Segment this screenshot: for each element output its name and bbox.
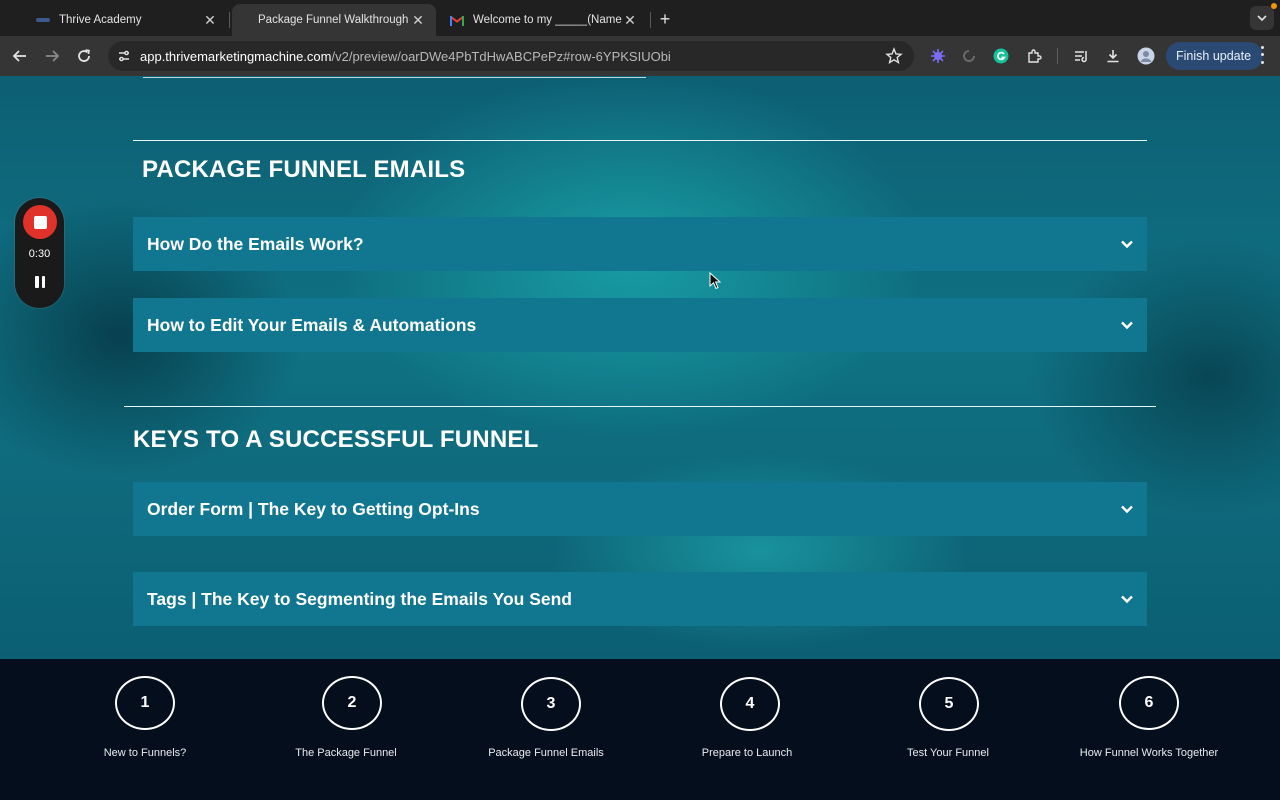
step-3[interactable]: 3 Package Funnel Emails: [451, 659, 651, 800]
grammarly-icon[interactable]: [991, 46, 1011, 66]
tab-divider: [650, 12, 651, 28]
screen-recorder-widget: 0:30: [15, 198, 64, 308]
step-label: The Package Funnel: [295, 747, 397, 759]
tab-strip: Thrive Academy ✕ Package Funnel Walkthro…: [0, 0, 1280, 36]
step-number: 2: [322, 676, 382, 730]
chevron-down-icon: [1121, 321, 1133, 330]
tab-welcome-email[interactable]: Welcome to my _____(Name o ✕: [438, 4, 648, 36]
chevron-down-icon: [1121, 505, 1133, 514]
tab-search-button[interactable]: [1250, 6, 1274, 30]
tab-title: Thrive Academy: [59, 14, 142, 26]
step-label: Prepare to Launch: [701, 747, 793, 759]
accordion-label: Order Form | The Key to Getting Opt-Ins: [147, 498, 480, 519]
reading-list-icon[interactable]: [1071, 46, 1091, 66]
toolbar-divider: [1057, 48, 1058, 64]
section-divider: [133, 140, 1147, 141]
gmail-icon: [450, 13, 464, 27]
section-title: PACKAGE FUNNEL EMAILS: [142, 156, 466, 183]
back-arrow-icon: [12, 50, 26, 62]
pause-recording-button[interactable]: [30, 274, 50, 290]
extension-loading-icon[interactable]: [959, 46, 979, 66]
accordion-item[interactable]: How Do the Emails Work?: [133, 217, 1147, 271]
step-label: Test Your Funnel: [907, 747, 989, 759]
section-title: KEYS TO A SUCCESSFUL FUNNEL: [133, 426, 539, 453]
accordion-item[interactable]: Tags | The Key to Segmenting the Emails …: [133, 572, 1147, 626]
browser-toolbar: app.thrivemarketingmachine.com/v2/previe…: [0, 36, 1280, 76]
step-label: How Funnel Works Together: [1079, 747, 1219, 759]
new-tab-button[interactable]: +: [654, 8, 676, 30]
reload-button[interactable]: [72, 44, 96, 68]
url-host: app.thrivemarketingmachine.com: [140, 49, 332, 64]
close-icon[interactable]: ✕: [202, 12, 218, 28]
bookmark-star-icon[interactable]: [885, 47, 903, 65]
step-label: Package Funnel Emails: [488, 747, 604, 759]
back-button[interactable]: [8, 44, 32, 68]
finish-update-button[interactable]: Finish update: [1166, 42, 1264, 70]
stop-recording-button[interactable]: [23, 205, 57, 239]
mouse-cursor-icon: [709, 272, 721, 290]
steps-nav-bar: 1 New to Funnels? 2 The Package Funnel 3…: [0, 659, 1280, 800]
accordion-label: How to Edit Your Emails & Automations: [147, 314, 477, 335]
tab-divider: [229, 12, 230, 28]
address-bar[interactable]: app.thrivemarketingmachine.com/v2/previe…: [108, 41, 914, 71]
site-settings-icon[interactable]: [116, 48, 132, 64]
accordion-label: How Do the Emails Work?: [147, 233, 364, 254]
close-icon[interactable]: ✕: [410, 12, 426, 28]
chevron-down-icon: [1121, 240, 1133, 249]
url-text: app.thrivemarketingmachine.com/v2/previe…: [140, 49, 671, 64]
step-5[interactable]: 5 Test Your Funnel: [849, 659, 1049, 800]
step-number: 5: [919, 677, 979, 731]
step-number: 6: [1119, 676, 1179, 730]
url-path: /v2/preview/oarDWe4PbTdHwABCPePz#row-6YP…: [331, 49, 671, 64]
recording-timer: 0:30: [28, 248, 51, 260]
forward-arrow-icon: [46, 50, 60, 62]
chevron-down-icon: [1257, 15, 1267, 21]
accordion-item[interactable]: How to Edit Your Emails & Automations: [133, 298, 1147, 352]
step-number: 1: [115, 676, 175, 730]
section-divider: [124, 406, 1156, 407]
thrive-favicon-icon: [36, 13, 50, 27]
step-1[interactable]: 1 New to Funnels?: [45, 659, 245, 800]
extensions-puzzle-icon[interactable]: [1024, 46, 1044, 66]
update-dot-icon: [1271, 3, 1277, 9]
forward-button[interactable]: [40, 44, 64, 68]
download-icon[interactable]: [1103, 46, 1123, 66]
chevron-down-icon: [1121, 595, 1133, 604]
step-4[interactable]: 4 Prepare to Launch: [650, 659, 850, 800]
divider-line: [143, 77, 646, 78]
tab-thrive-academy[interactable]: Thrive Academy ✕: [14, 4, 228, 36]
step-6[interactable]: 6 How Funnel Works Together: [1049, 659, 1249, 800]
tab-package-funnel-walkthrough[interactable]: Package Funnel Walkthrough ✕: [232, 4, 436, 36]
extension-purple-icon[interactable]: [928, 46, 948, 66]
tab-title: Welcome to my _____(Name o: [473, 14, 622, 26]
profile-avatar[interactable]: [1136, 46, 1156, 66]
step-number: 3: [521, 677, 581, 731]
stop-icon: [33, 215, 47, 229]
accordion-item[interactable]: Order Form | The Key to Getting Opt-Ins: [133, 482, 1147, 536]
page-content: PACKAGE FUNNEL EMAILS How Do the Emails …: [0, 76, 1280, 659]
finish-update-label: Finish update: [1176, 49, 1252, 63]
step-number: 4: [720, 677, 780, 731]
step-2[interactable]: 2 The Package Funnel: [252, 659, 452, 800]
tab-title: Package Funnel Walkthrough: [258, 14, 409, 26]
browser-menu-icon[interactable]: [1259, 44, 1265, 66]
accordion-label: Tags | The Key to Segmenting the Emails …: [147, 588, 572, 609]
pause-icon: [35, 276, 39, 288]
step-label: New to Funnels?: [103, 747, 187, 759]
reload-icon: [78, 49, 90, 62]
close-icon[interactable]: ✕: [622, 12, 638, 28]
